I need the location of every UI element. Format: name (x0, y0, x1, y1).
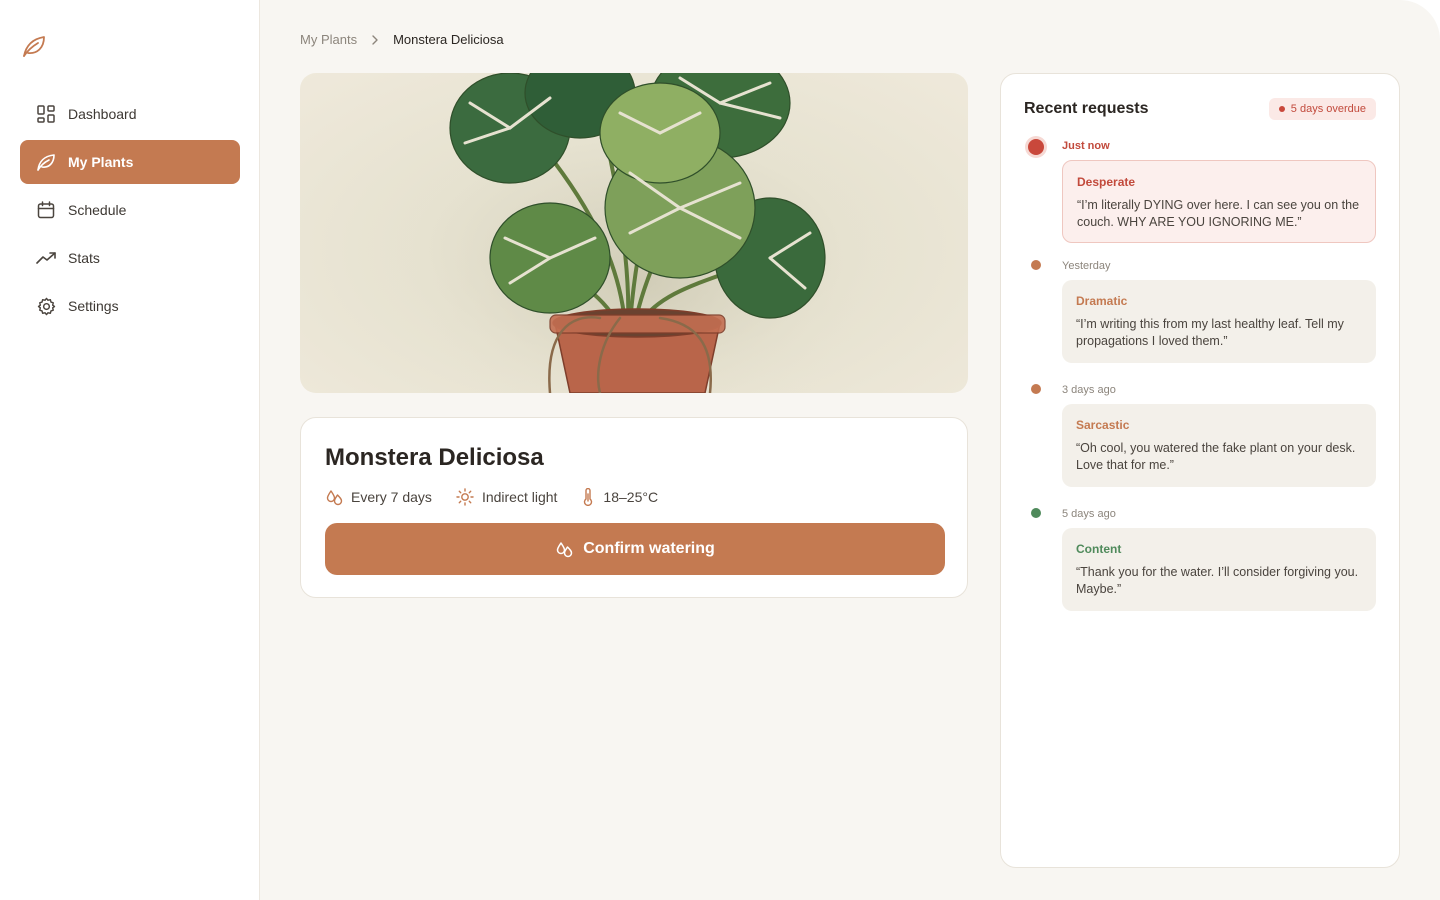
request-quote: “Oh cool, you watered the fake plant on … (1076, 441, 1356, 472)
request-card[interactable]: Sarcastic “Oh cool, you watered the fake… (1062, 404, 1376, 487)
request-mood: Desperate (1077, 175, 1136, 189)
request-time: Just now (1062, 140, 1110, 152)
plant-info-card: Monstera Deliciosa Every 7 days Indirect… (300, 417, 968, 598)
request-quote: “I’m literally DYING over here. I can se… (1077, 198, 1360, 229)
sun-icon (456, 488, 474, 506)
overdue-badge: 5 days overdue (1268, 98, 1376, 120)
status-dot-icon (1031, 384, 1041, 394)
thermometer-icon (581, 488, 595, 506)
main-content: My Plants Monstera Deliciosa Monstera De… (260, 0, 1440, 900)
sidebar: Dashboard My Plants Schedule Stats Setti… (0, 0, 260, 900)
leaf-icon[interactable] (20, 32, 48, 60)
sidebar-item-label: Schedule (68, 202, 127, 218)
calendar-icon (36, 200, 56, 220)
light-text: Indirect light (481, 489, 558, 505)
confirm-watering-button[interactable]: Confirm watering (325, 523, 945, 575)
trending-up-icon (36, 248, 56, 268)
request-time: 3 days ago (1062, 384, 1116, 396)
dashboard-grid-icon (36, 104, 56, 124)
overdue-badge-text: 5 days overdue (1290, 103, 1366, 115)
request-time: 5 days ago (1062, 508, 1116, 520)
watering-text: Every 7 days (351, 489, 432, 505)
watering-frequency: Every 7 days (325, 488, 432, 506)
request-quote: “I’m writing this from my last healthy l… (1076, 317, 1344, 348)
gear-icon (36, 296, 56, 316)
temperature-range: 18–25°C (581, 488, 658, 506)
water-drops-icon (325, 488, 343, 506)
sidebar-nav: Dashboard My Plants Schedule Stats Setti… (20, 92, 240, 332)
request-card[interactable]: Content “Thank you for the water. I’ll c… (1062, 528, 1376, 611)
request-card[interactable]: Desperate “I’m literally DYING over here… (1062, 160, 1376, 243)
sidebar-item-label: Settings (68, 298, 119, 314)
request-mood: Content (1076, 542, 1122, 556)
recent-requests-panel: Recent requests 5 days overdue Just now … (1000, 73, 1400, 868)
chevron-right-icon (371, 34, 379, 45)
breadcrumb-parent-link[interactable]: My Plants (300, 32, 357, 47)
plant-care-meta: Every 7 days Indirect light 18–25°C (325, 488, 682, 506)
request-mood: Sarcastic (1076, 418, 1130, 432)
water-drops-icon (555, 540, 573, 558)
confirm-watering-label: Confirm watering (583, 540, 715, 557)
sidebar-item-label: Dashboard (68, 106, 137, 122)
sidebar-item-schedule[interactable]: Schedule (20, 188, 240, 232)
request-mood: Dramatic (1076, 294, 1128, 308)
sidebar-item-settings[interactable]: Settings (20, 284, 240, 328)
status-dot-icon (1031, 508, 1041, 518)
sidebar-item-label: Stats (68, 250, 100, 266)
plant-name: Monstera Deliciosa (325, 444, 544, 471)
breadcrumb: My Plants Monstera Deliciosa (300, 32, 504, 47)
light-requirement: Indirect light (456, 488, 557, 506)
sidebar-item-dashboard[interactable]: Dashboard (20, 92, 240, 136)
leaf-icon (36, 152, 56, 172)
request-card[interactable]: Dramatic “I’m writing this from my last … (1062, 280, 1376, 363)
request-quote: “Thank you for the water. I’ll consider … (1076, 565, 1359, 596)
sidebar-item-my-plants[interactable]: My Plants (20, 140, 240, 184)
status-dot-icon (1031, 260, 1041, 270)
panel-title: Recent requests (1024, 100, 1149, 117)
sidebar-item-label: My Plants (68, 154, 134, 170)
request-time: Yesterday (1062, 260, 1111, 272)
sidebar-item-stats[interactable]: Stats (20, 236, 240, 280)
monstera-illustration (380, 73, 900, 393)
temperature-text: 18–25°C (603, 489, 659, 505)
breadcrumb-current: Monstera Deliciosa (393, 32, 504, 47)
overdue-dot-icon (1278, 106, 1285, 112)
plant-hero-image (300, 73, 968, 393)
status-dot-icon (1028, 139, 1044, 155)
